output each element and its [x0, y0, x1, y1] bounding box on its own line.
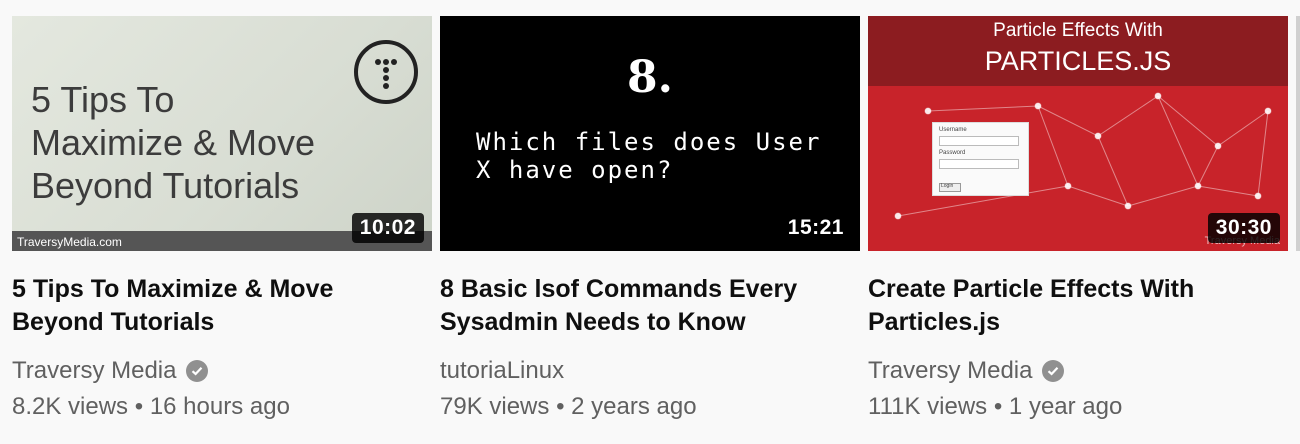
upload-age: 16 hours ago [149, 393, 290, 420]
video-card[interactable]: 5 Tips To Maximize & Move Beyond Tutoria… [12, 16, 432, 421]
channel-label[interactable]: tutoriaLinux [440, 357, 564, 385]
form-label: Username [939, 127, 967, 133]
upload-age: 2 years ago [571, 393, 697, 420]
video-card[interactable]: Particle Effects With PARTICLES.JS Usern… [868, 16, 1288, 421]
video-title[interactable]: 5 Tips To Maximize & Move Beyond Tutoria… [12, 273, 412, 339]
video-thumbnail[interactable]: 8. Which files does User X have open? 15… [440, 16, 860, 251]
form-input [939, 159, 1019, 169]
channel-name[interactable]: Traversy Media [868, 357, 1288, 385]
meta-separator: • [993, 393, 1003, 420]
channel-label[interactable]: Traversy Media [868, 357, 1032, 385]
video-title[interactable]: Create Particle Effects With Particles.j… [868, 273, 1268, 339]
meta-separator: • [134, 393, 144, 420]
upload-age: 1 year ago [1008, 393, 1123, 420]
thumbnail-heading-large: PARTICLES.JS [984, 46, 1172, 76]
channel-label[interactable]: Traversy Media [12, 357, 176, 385]
duration-badge: 10:02 [351, 213, 424, 243]
video-meta: 79K views • 2 years ago [440, 393, 860, 421]
form-label: Password [939, 150, 966, 156]
video-title[interactable]: 8 Basic lsof Commands Every Sysadmin Nee… [440, 273, 840, 339]
view-count: 8.2K views [12, 393, 129, 420]
check-circle-icon [1042, 360, 1065, 382]
thumbnail-login-form: Username Password Login [932, 122, 1029, 196]
view-count: 111K views [868, 393, 988, 420]
check-circle-icon [186, 360, 209, 382]
thumbnail-site: TraversyMedia.com [17, 235, 122, 249]
duration-badge: 15:21 [779, 213, 852, 243]
meta-separator: • [556, 393, 565, 420]
thumbnail-text: Which files does User X have open? [476, 128, 822, 184]
video-thumbnail[interactable]: Particle Effects With PARTICLES.JS Usern… [868, 16, 1288, 251]
video-card[interactable]: 8. Which files does User X have open? 15… [440, 16, 860, 421]
duration-badge: 30:30 [1207, 213, 1280, 243]
thumbnail-heading: Particle Effects With [993, 20, 1163, 41]
thumbnail-text: 5 Tips To Maximize & Move Beyond Tutoria… [31, 79, 316, 206]
channel-name[interactable]: Traversy Media [12, 357, 432, 385]
video-meta: 8.2K views • 16 hours ago [12, 393, 432, 421]
channel-name[interactable]: tutoriaLinux [440, 357, 860, 385]
next-video-thumbnail[interactable] [1296, 16, 1300, 251]
thumbnail-number: 8. [627, 52, 673, 103]
form-input [939, 136, 1019, 146]
traversy-logo-icon [354, 40, 418, 104]
view-count: 79K views [440, 393, 550, 420]
video-meta: 111K views • 1 year ago [868, 393, 1288, 421]
form-button-label: Login [941, 183, 954, 189]
video-thumbnail[interactable]: 5 Tips To Maximize & Move Beyond Tutoria… [12, 16, 432, 251]
